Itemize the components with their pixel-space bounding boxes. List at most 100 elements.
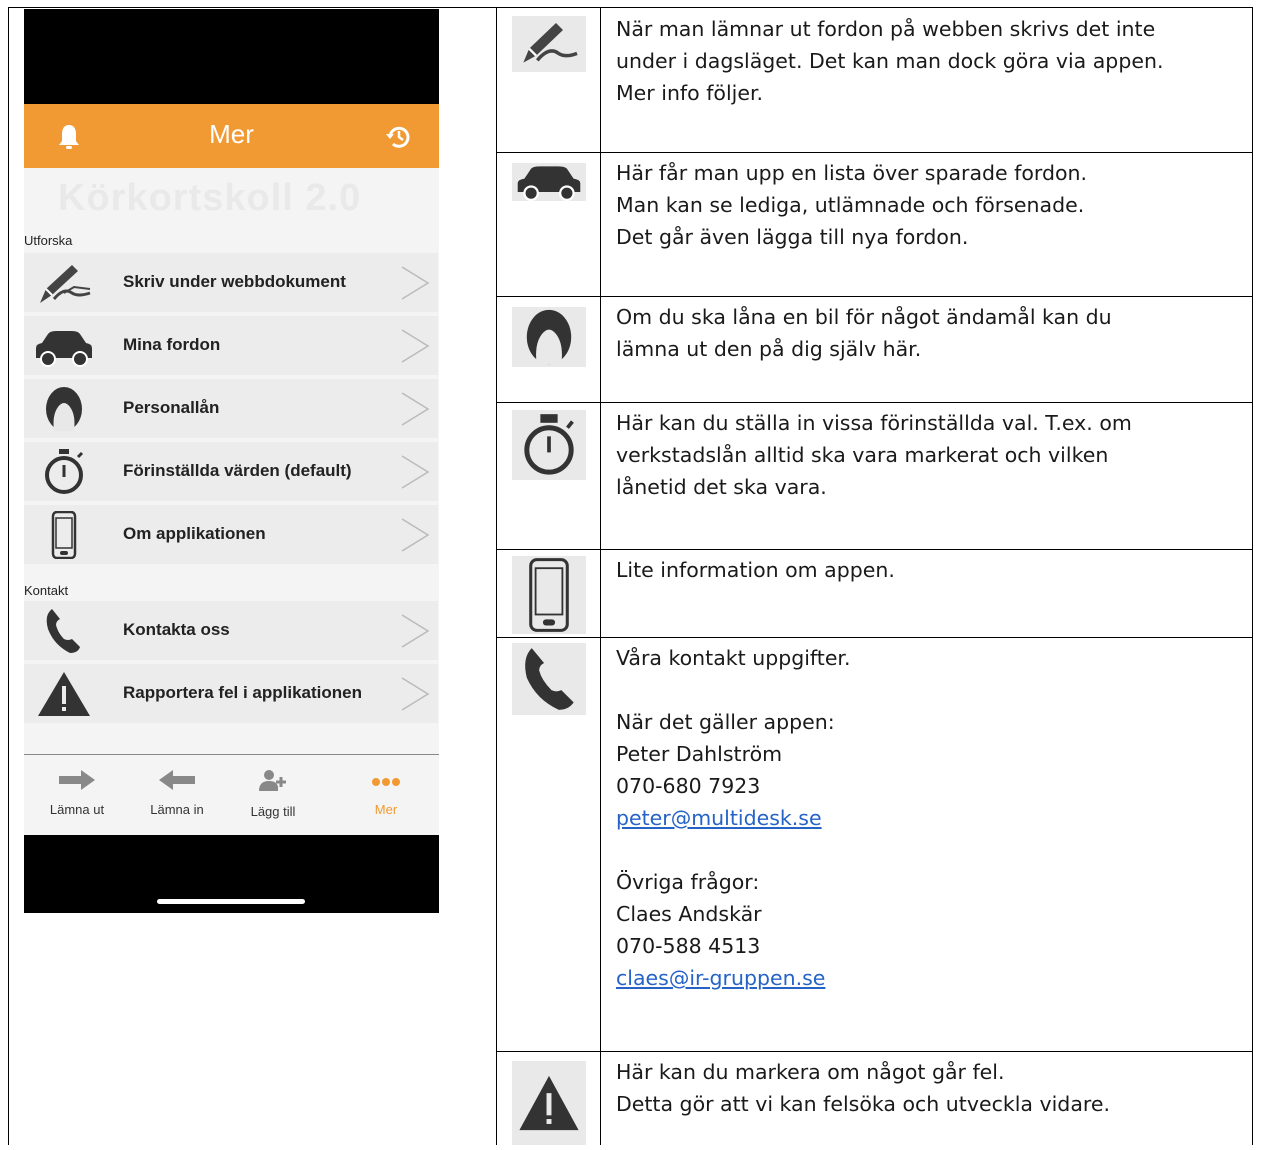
call-icon [46, 609, 80, 653]
stopwatch-icon-cell [512, 410, 586, 480]
app-watermark: Körkortskoll 2.0 [58, 177, 362, 219]
description-line: verkstadslån alltid ska vara markerat oc… [616, 443, 1109, 467]
add-person-icon [259, 770, 286, 791]
nav-bar: Mer [24, 104, 439, 168]
nav-title: Mer [209, 119, 254, 149]
menu-item-report-error[interactable]: Rapportera fel i applikationen [24, 664, 438, 723]
row-divider [496, 637, 1253, 638]
description-line: lånetid det ska vara. [616, 475, 827, 499]
arrow-left-icon [159, 770, 195, 790]
app-screenshot: Mer Körkortskoll 2.0 Utforska Skriv unde… [24, 9, 439, 913]
menu-item-label: Förinställda värden (default) [123, 461, 352, 480]
menu-item-label: Kontakta oss [123, 620, 230, 639]
tab-label: Lämna ut [49, 802, 105, 817]
tab-bar: Lämna ut Lämna in Lägg till Mer [24, 755, 439, 835]
phone-icon [51, 511, 77, 559]
tab-mer[interactable]: Mer [341, 769, 431, 817]
warning-icon [519, 1075, 579, 1131]
person-icon [46, 387, 82, 431]
car-icon [517, 166, 581, 201]
row-divider [496, 402, 1253, 403]
menu-item-label: Personallån [123, 398, 220, 417]
person-icon [526, 309, 572, 365]
table-top-border [8, 7, 1253, 8]
table-divider-1 [496, 7, 497, 1145]
row-divider [496, 152, 1253, 153]
warning-icon [38, 672, 90, 716]
warning-icon-cell [512, 1061, 586, 1145]
menu-item-contact-us[interactable]: Kontakta oss [24, 601, 438, 660]
menu-item-label: Skriv under webbdokument [123, 272, 346, 291]
row-divider [496, 549, 1253, 550]
tab-label: Lämna in [150, 802, 204, 817]
contact-app-email-link[interactable]: peter@multidesk.se [616, 806, 822, 830]
contact-app-phone: 070-680 7923 [616, 774, 761, 798]
menu-item-preset-values[interactable]: Förinställda värden (default) [24, 442, 438, 501]
description-line: Lite information om appen. [616, 558, 895, 582]
person-icon-cell [512, 307, 586, 367]
section-label-explore: Utforska [24, 233, 73, 248]
chevron-right-icon [401, 677, 430, 711]
menu-item-staff-loan[interactable]: Personallån [24, 379, 438, 438]
contact-other-email-link[interactable]: claes@ir-gruppen.se [616, 966, 825, 990]
description-line: Här kan du ställa in vissa förinställda … [616, 411, 1132, 435]
call-icon-cell [512, 643, 586, 715]
contact-other-phone: 070-588 4513 [616, 934, 761, 958]
phone-icon-cell [512, 556, 586, 634]
row-divider [496, 1051, 1253, 1052]
menu-item-sign-documents[interactable]: Skriv under webbdokument [24, 253, 438, 312]
tab-lamna-in[interactable]: Lämna in [132, 769, 222, 817]
contact-other-name: Claes Andskär [616, 902, 762, 926]
description-line: Våra kontakt uppgifter. [616, 646, 851, 670]
pen-icon [523, 23, 578, 63]
description-line: lämna ut den på dig själv här. [616, 337, 922, 361]
description-contact: Våra kontakt uppgifter. När det gäller a… [616, 642, 1246, 994]
car-icon [36, 331, 92, 367]
contact-app-heading: När det gäller appen: [616, 710, 835, 734]
chevron-right-icon [401, 455, 430, 489]
description-line: Här kan du markera om något går fel. [616, 1060, 1005, 1084]
menu-item-about-app[interactable]: Om applikationen [24, 505, 438, 564]
description-report-error: Här kan du markera om något går fel. Det… [616, 1056, 1246, 1120]
description-line: Här får man upp en lista över sparade fo… [616, 161, 1088, 185]
chevron-right-icon [401, 392, 430, 426]
menu-item-label: Rapportera fel i applikationen [123, 683, 362, 702]
home-indicator [157, 899, 305, 904]
description-preset-values: Här kan du ställa in vissa förinställda … [616, 407, 1246, 503]
home-indicator-area [24, 835, 439, 913]
description-my-vehicles: Här får man upp en lista över sparade fo… [616, 157, 1246, 253]
description-sign-documents: När man lämnar ut fordon på webben skriv… [616, 13, 1246, 109]
contact-app-name: Peter Dahlström [616, 742, 783, 766]
section-label-contact: Kontakt [24, 583, 69, 598]
contact-other-heading: Övriga frågor: [616, 870, 760, 894]
description-line: under i dagsläget. Det kan man dock göra… [616, 49, 1164, 73]
description-line: Mer info följer. [616, 81, 764, 105]
description-staff-loan: Om du ska låna en bil för något ändamål … [616, 301, 1246, 365]
chevron-right-icon [401, 266, 430, 300]
description-line: Detta gör att vi kan felsöka och utveckl… [616, 1092, 1110, 1116]
stopwatch-icon [45, 449, 84, 494]
chevron-right-icon [401, 518, 430, 552]
history-icon[interactable] [385, 123, 413, 151]
stopwatch-icon [524, 414, 574, 475]
menu-item-my-vehicles[interactable]: Mina fordon [24, 316, 438, 375]
status-bar [24, 9, 439, 104]
pen-icon-cell [512, 16, 586, 72]
tab-label: Lägg till [250, 804, 296, 819]
row-divider [496, 296, 1253, 297]
tab-label: Mer [374, 802, 398, 817]
description-about-app: Lite information om appen. [616, 554, 1246, 586]
phone-icon [529, 558, 569, 632]
menu-item-label: Om applikationen [123, 524, 266, 543]
description-line: Det går även lägga till nya fordon. [616, 225, 969, 249]
more-icon [372, 778, 400, 786]
table-divider-2 [600, 7, 601, 1145]
call-icon [525, 648, 574, 710]
tab-lagg-till[interactable]: Lägg till [228, 769, 318, 819]
description-line: Man kan se lediga, utlämnade och försena… [616, 193, 1085, 217]
menu-item-label: Mina fordon [123, 335, 221, 354]
description-line: Om du ska låna en bil för något ändamål … [616, 305, 1112, 329]
description-line: När man lämnar ut fordon på webben skriv… [616, 17, 1156, 41]
tab-lamna-ut[interactable]: Lämna ut [32, 769, 122, 817]
arrow-right-icon [59, 770, 95, 790]
